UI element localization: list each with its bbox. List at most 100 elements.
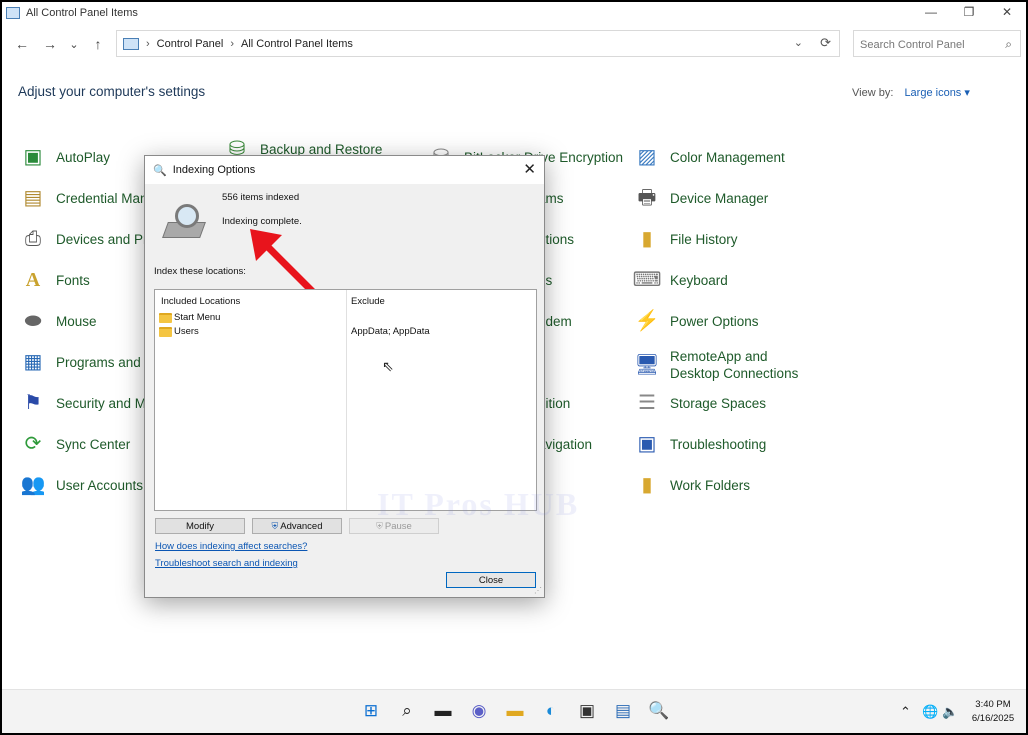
item-fonts[interactable]: A Fonts: [20, 266, 90, 294]
color-icon: ▨: [637, 146, 657, 168]
location-exclude: AppData; AppData: [351, 326, 430, 337]
search-icon: ⌕: [1005, 37, 1012, 51]
search-placeholder: Search Control Panel: [860, 39, 965, 51]
troubleshoot-link[interactable]: Troubleshoot search and indexing: [155, 558, 298, 569]
item-label: Programs and F: [56, 354, 153, 370]
item-file-history[interactable]: ▮ File History: [634, 225, 737, 253]
recent-locations-button[interactable]: ⌄: [64, 34, 84, 54]
col-included-header: Included Locations: [161, 296, 241, 307]
chevron-right-icon: ›: [146, 37, 150, 50]
chevron-right-icon: ›: [230, 37, 234, 50]
items-indexed-count: 556 items indexed: [222, 192, 300, 203]
desktop-screen: All Control Panel Items — ❐ ✕ ← → ⌄ ↑ › …: [2, 2, 1026, 733]
item-security-maintenance[interactable]: ⚑ Security and Ma: [20, 389, 154, 417]
item-keyboard[interactable]: ⌨ Keyboard: [633, 266, 728, 294]
time: 3:40 PM: [975, 699, 1011, 710]
dialog-close-icon[interactable]: ✕: [523, 160, 536, 178]
back-button[interactable]: ←: [12, 34, 32, 54]
window-title: All Control Panel Items: [26, 7, 138, 19]
item-work-folders[interactable]: ▮ Work Folders: [634, 471, 750, 499]
edge-icon[interactable]: ◐: [540, 700, 562, 722]
search-input[interactable]: Search Control Panel ⌕: [853, 30, 1021, 57]
item-label: Devices and Prir: [56, 231, 156, 247]
troubleshooting-icon: ▣: [637, 433, 657, 455]
item-label: User Accounts: [56, 477, 144, 493]
item-partial-navigation[interactable]: avigation: [538, 430, 592, 458]
dialog-title: Indexing Options: [172, 164, 256, 176]
store-icon[interactable]: ▣: [576, 700, 598, 722]
printer-icon: ⎙: [25, 228, 41, 250]
item-sync-center[interactable]: ⟳ Sync Center: [20, 430, 131, 458]
view-by: View by: Large icons ▾: [852, 86, 970, 99]
close-window-button[interactable]: ✕: [988, 2, 1026, 22]
item-autoplay[interactable]: ▣ AutoPlay: [20, 143, 111, 171]
work-folders-icon: ▮: [641, 474, 653, 496]
item-label: Fonts: [56, 272, 90, 288]
file-history-icon: ▮: [641, 228, 653, 250]
remoteapp-icon: 🖥: [634, 354, 660, 376]
item-label: Keyboard: [670, 272, 728, 288]
item-device-manager[interactable]: 🖶 Device Manager: [634, 184, 769, 212]
index-locations-label: Index these locations:: [154, 266, 246, 277]
chat-icon[interactable]: ◉: [468, 700, 490, 722]
indexing-small-icon: 🔍: [153, 164, 167, 177]
breadcrumb-control-panel[interactable]: Control Panel: [157, 38, 224, 50]
indexing-taskbar-icon[interactable]: 🔍: [648, 700, 670, 722]
task-view-icon[interactable]: ▬: [432, 700, 454, 722]
item-label: avigation: [538, 436, 593, 452]
users-icon: 👥: [20, 474, 46, 496]
forward-button[interactable]: →: [40, 34, 60, 54]
globe-icon[interactable]: 🌐: [922, 704, 938, 720]
start-icon[interactable]: ⊞: [360, 700, 382, 722]
item-power-options[interactable]: ⚡ Power Options: [634, 307, 759, 335]
file-explorer-icon[interactable]: ▬: [504, 700, 526, 722]
item-color-management[interactable]: ▨ Color Management: [634, 143, 785, 171]
pause-label: Pause: [384, 520, 412, 532]
clock[interactable]: 3:40 PM 6/16/2025: [964, 698, 1022, 726]
control-panel-small-icon: [123, 37, 139, 50]
item-programs-features[interactable]: ▦ Programs and F: [20, 348, 153, 376]
close-button[interactable]: Close: [446, 572, 536, 588]
fonts-icon: A: [25, 269, 41, 291]
item-remoteapp[interactable]: 🖥 RemoteApp and Desktop Connections: [634, 348, 820, 382]
item-label: Color Management: [670, 149, 785, 165]
resize-grip-icon[interactable]: ⋰: [534, 586, 542, 595]
address-bar[interactable]: › Control Panel › All Control Panel Item…: [116, 30, 840, 57]
view-by-dropdown[interactable]: Large icons ▾: [904, 87, 969, 99]
refresh-icon[interactable]: ⟳: [820, 35, 831, 51]
folder-icon: [159, 326, 172, 337]
indexing-icon: [162, 204, 207, 242]
sync-icon: ⟳: [24, 433, 42, 455]
item-credential-manager[interactable]: ▤ Credential Mana: [20, 184, 156, 212]
search-icon[interactable]: ⌕: [396, 700, 418, 722]
pause-button[interactable]: ⛨ Pause: [349, 518, 439, 534]
item-label: Credential Mana: [56, 190, 156, 206]
advanced-button[interactable]: ⛨ Advanced: [252, 518, 342, 534]
control-panel-taskbar-icon[interactable]: ▤: [612, 700, 634, 722]
breadcrumb-all-items[interactable]: All Control Panel Items: [241, 38, 353, 50]
item-label: Storage Spaces: [670, 395, 767, 411]
up-button[interactable]: ↑: [88, 34, 108, 54]
folder-icon: [159, 312, 172, 323]
item-troubleshooting[interactable]: ▣ Troubleshooting: [634, 430, 767, 458]
speaker-icon[interactable]: 🔈: [942, 704, 958, 720]
window-controls: — ❐ ✕: [912, 2, 1026, 22]
modify-button[interactable]: Modify: [155, 518, 245, 534]
shield-icon: ⛨: [271, 520, 279, 531]
location-row[interactable]: Start Menu: [159, 311, 220, 324]
autoplay-icon: ▣: [23, 146, 43, 168]
chevron-down-icon[interactable]: ⌄: [794, 36, 803, 49]
location-row[interactable]: Users: [159, 325, 199, 338]
item-label: Security and Ma: [56, 395, 154, 411]
restore-button[interactable]: ❐: [950, 2, 988, 22]
device-manager-icon: 🖶: [637, 187, 657, 209]
chevron-up-icon[interactable]: ⌃: [900, 704, 911, 720]
item-storage-spaces[interactable]: ☰ Storage Spaces: [634, 389, 766, 417]
item-devices-printers[interactable]: ⎙ Devices and Prir: [20, 225, 155, 253]
col-exclude-header: Exclude: [351, 296, 385, 307]
how-indexing-link[interactable]: How does indexing affect searches?: [155, 541, 307, 552]
storage-icon: ☰: [638, 392, 656, 414]
minimize-button[interactable]: —: [912, 2, 950, 22]
item-user-accounts[interactable]: 👥 User Accounts: [20, 471, 144, 499]
item-mouse[interactable]: ⬬ Mouse: [20, 307, 96, 335]
